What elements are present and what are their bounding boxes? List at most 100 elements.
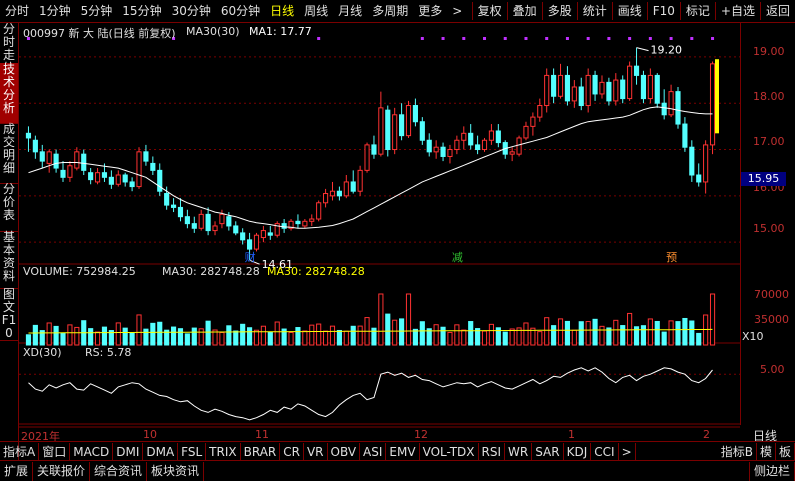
time-tick: 2 (703, 428, 710, 441)
volume-bar (378, 293, 384, 346)
indicator-tab-1[interactable]: 窗口 (39, 442, 71, 461)
tool-button-4[interactable]: 画线 (613, 0, 647, 22)
signal-dot (711, 37, 715, 40)
indicator-tab-12[interactable]: EMV (386, 442, 420, 461)
candle-body (633, 65, 640, 76)
status-tab-0[interactable]: 扩展 (0, 461, 34, 481)
indicator-right-0[interactable]: 指标B (718, 442, 757, 461)
tool-button-0[interactable]: 复权 (473, 0, 507, 22)
period-tab-3[interactable]: 15分钟 (117, 0, 166, 22)
candle-body (115, 174, 121, 185)
volume-bar (675, 321, 681, 346)
signal-dot (565, 37, 569, 40)
indicator-tab-7[interactable]: BRAR (241, 442, 281, 461)
time-tick: 12 (414, 428, 428, 441)
volume-bar (523, 322, 529, 346)
volume-bar (274, 321, 280, 346)
candle-body (60, 169, 66, 178)
volume-bar (668, 320, 674, 346)
volume-bar (468, 321, 474, 346)
status-tab-1[interactable]: 关联报价 (33, 461, 91, 481)
indicator-tab-bar: 指标A 窗口 MACD DMI DMA FSL TRIX BRAR CR VR OBV ASI EMV V… (0, 441, 795, 461)
volume-bar (640, 325, 647, 346)
volume-bar (122, 327, 128, 346)
period-tab-10[interactable]: 更多 (413, 0, 447, 22)
candle-body (433, 146, 439, 153)
indicator-tab-9[interactable]: VR (304, 442, 328, 461)
tool-button-1[interactable]: 叠加 (508, 0, 542, 22)
indicator-tab-5[interactable]: FSL (178, 442, 207, 461)
indicator-tab-13[interactable]: VOL-TDX (420, 442, 479, 461)
indicator-tab-0[interactable]: 指标A (0, 442, 40, 461)
volume-bar (620, 325, 626, 346)
volume-bar (267, 331, 273, 346)
volume-bar (627, 312, 633, 346)
indicator-tab-18[interactable]: CCI (591, 442, 619, 461)
ma-value: MA1: 17.77 (249, 25, 312, 38)
volume-bar (509, 328, 515, 346)
volume-bar (557, 318, 564, 346)
period-tab-9[interactable]: 多周期 (367, 0, 413, 22)
volume-bar (481, 330, 488, 346)
sidebar-toggle[interactable]: 侧边栏 (748, 461, 795, 481)
indicator-tab-2[interactable]: MACD (70, 442, 114, 461)
event-marker-yu: 预 (666, 251, 677, 264)
chart-area[interactable]: 19.2014.61财减预 (19, 23, 740, 441)
indicator-tab-4[interactable]: DMA (143, 442, 179, 461)
indicator-tab-11[interactable]: ASI (360, 442, 387, 461)
indicator-tab-16[interactable]: SAR (532, 442, 564, 461)
period-tab-6[interactable]: 日线 (265, 0, 299, 22)
volume-bar (682, 317, 688, 346)
candle-body (32, 139, 38, 153)
indicator-right-1[interactable]: 模 (757, 442, 776, 461)
indicator-tab-15[interactable]: WR (505, 442, 533, 461)
volume-bar (571, 329, 577, 346)
period-tab-2[interactable]: 5分钟 (76, 0, 118, 22)
indicator-tab-17[interactable]: KDJ (564, 442, 592, 461)
time-tick: 1 (568, 428, 575, 441)
period-tab-4[interactable]: 30分钟 (167, 0, 216, 22)
side-tab-3[interactable]: 分价表 (0, 183, 18, 232)
candle-body (557, 74, 564, 97)
status-tab-3[interactable]: 板块资讯 (147, 461, 205, 481)
candle-body (495, 130, 501, 144)
indicator-tab-8[interactable]: CR (280, 442, 304, 461)
volume-bar (412, 328, 418, 346)
side-tab-0[interactable]: 分时走势 (0, 23, 18, 75)
indicator-tab-3[interactable]: DMI (113, 442, 144, 461)
candle-body (627, 65, 633, 100)
volume-bar (440, 326, 446, 346)
tool-button-7[interactable]: +自选 (716, 0, 760, 22)
candle-body (689, 146, 695, 176)
candle-body (329, 190, 336, 197)
period-tab-5[interactable]: 60分钟 (216, 0, 265, 22)
volume-bar (309, 324, 315, 346)
tool-button-3[interactable]: 统计 (578, 0, 612, 22)
more-arrow-icon[interactable]: > (447, 0, 467, 22)
indicator-tab-6[interactable]: TRIX (206, 442, 241, 461)
price-tick: 18.00 (753, 90, 785, 103)
tool-button-8[interactable]: 返回 (761, 0, 795, 22)
volume-bar (295, 327, 301, 346)
status-tab-2[interactable]: 综合资讯 (90, 461, 148, 481)
tool-button-2[interactable]: 多股 (543, 0, 577, 22)
side-tab-1[interactable]: 技术分析 (0, 63, 18, 124)
period-tab-0[interactable]: 分时 (0, 0, 34, 22)
tool-button-5[interactable]: F10 (648, 0, 680, 22)
tool-button-6[interactable]: 标记 (681, 0, 715, 22)
side-tab-4[interactable]: 基本资料 (0, 231, 18, 289)
candle-body (46, 151, 52, 164)
period-tab-1[interactable]: 1分钟 (34, 0, 76, 22)
indicator-tab-10[interactable]: OBV (328, 442, 361, 461)
period-tab-8[interactable]: 月线 (333, 0, 367, 22)
candle-body (108, 176, 114, 185)
indicator-tab-14[interactable]: RSI (479, 442, 506, 461)
side-tab-5[interactable]: 图文F10 (0, 288, 18, 341)
indicator-right-2[interactable]: 板 (776, 442, 795, 461)
xd-label: XD(30) (23, 346, 62, 359)
indicator-tab-19[interactable]: > (619, 442, 636, 461)
period-tab-7[interactable]: 周线 (299, 0, 333, 22)
candle-body (592, 74, 598, 95)
candle-body (129, 181, 135, 188)
side-tab-2[interactable]: 成交明细 (0, 123, 18, 184)
